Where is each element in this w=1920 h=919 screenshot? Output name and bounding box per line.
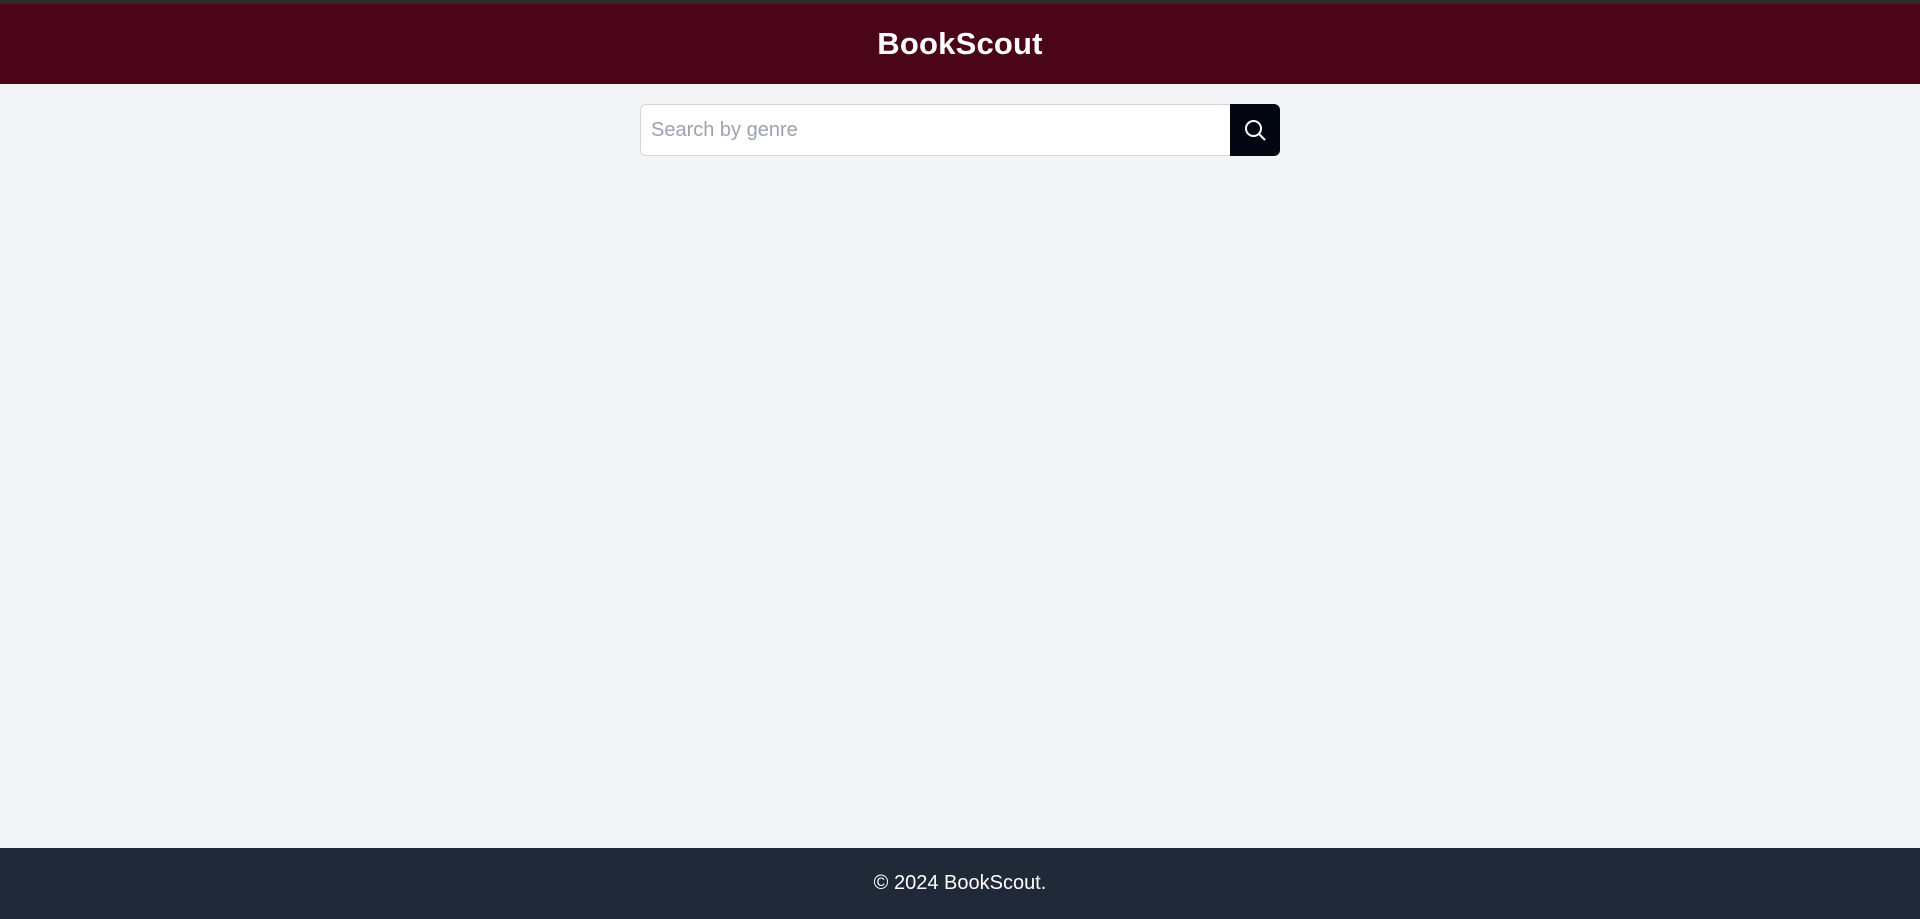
search-form	[640, 104, 1280, 156]
search-icon	[1245, 120, 1266, 141]
search-input[interactable]	[640, 104, 1230, 156]
page: BookScout © 2024 BookScout.	[0, 0, 1920, 919]
main-content	[0, 84, 1920, 848]
site-header: BookScout	[0, 4, 1920, 84]
copyright-text: © 2024 BookScout.	[873, 872, 1047, 894]
site-footer: © 2024 BookScout.	[0, 848, 1920, 919]
site-title: BookScout	[877, 26, 1043, 61]
search-button[interactable]	[1230, 104, 1280, 156]
